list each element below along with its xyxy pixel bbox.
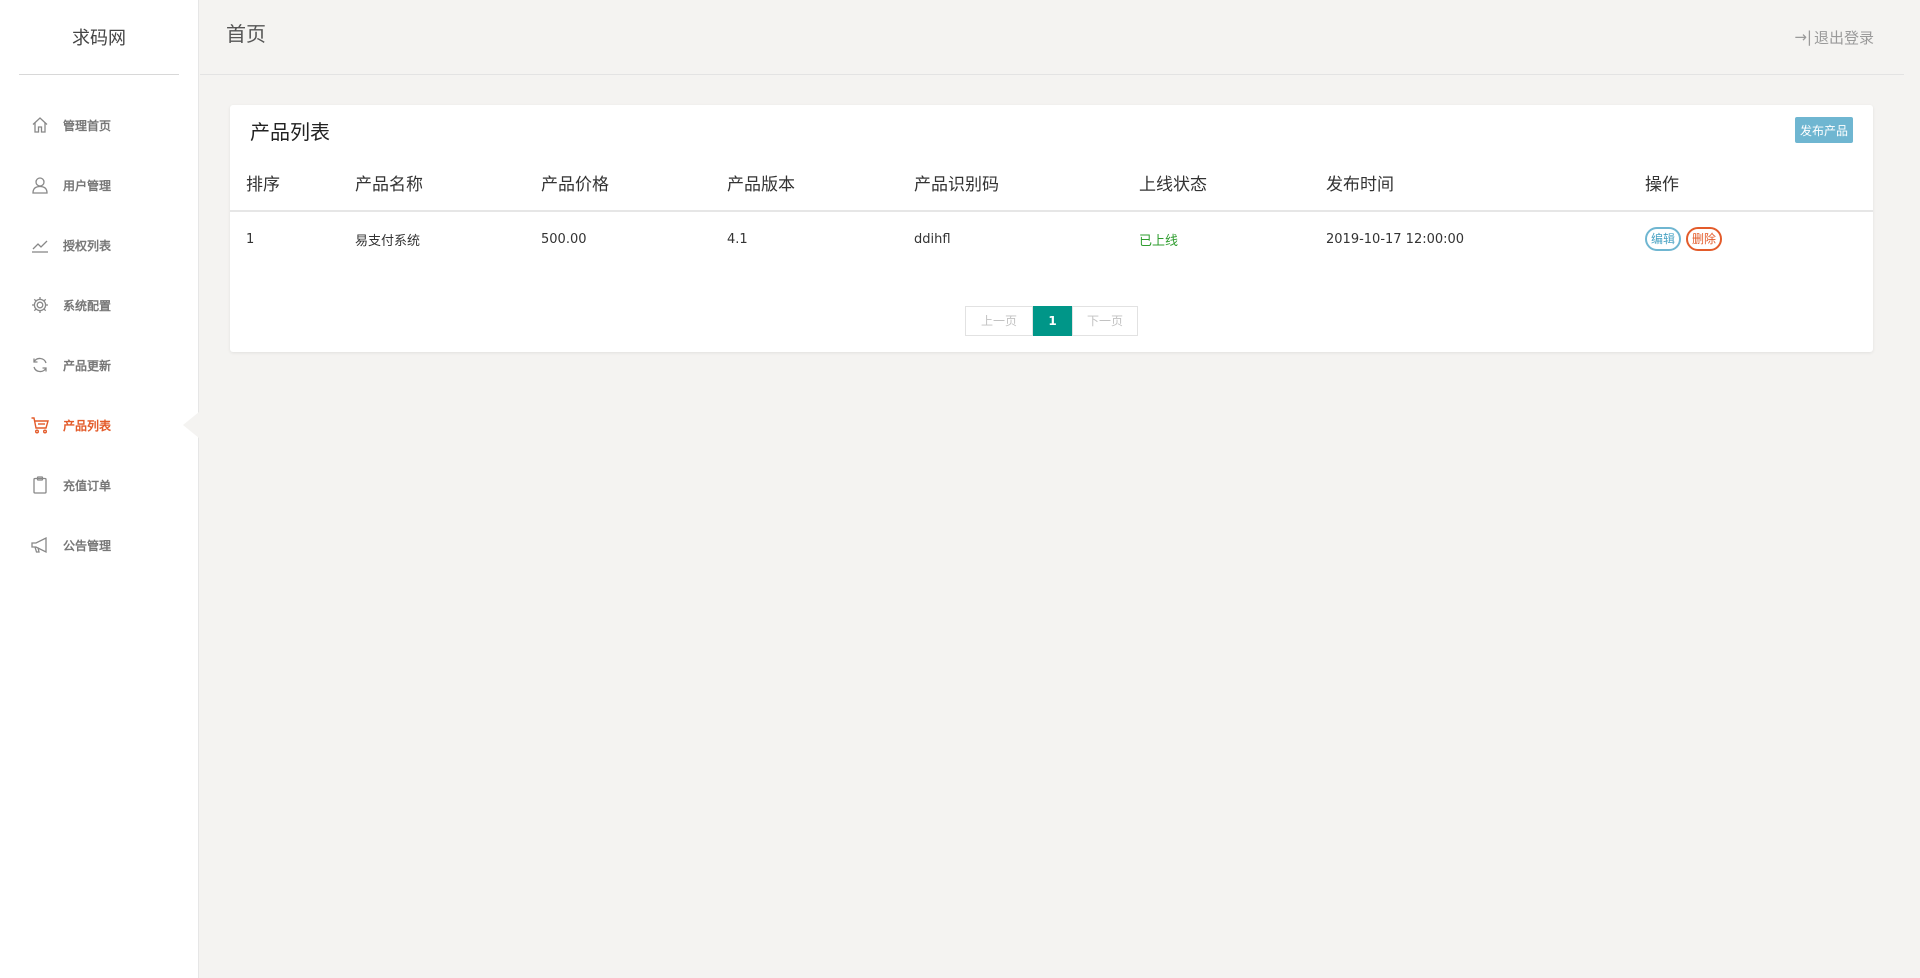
- page-number-current[interactable]: 1: [1033, 306, 1072, 336]
- column-header-version: 产品版本: [711, 155, 898, 212]
- table-header-row: 排序 产品名称 产品价格 产品版本 产品识别码 上线状态 发布时间 操作: [230, 155, 1873, 212]
- product-list-panel: 产品列表 发布产品 排序 产品名称 产品价格 产品版本 产品识别码 上线状态 发…: [230, 105, 1873, 352]
- column-header-code: 产品识别码: [898, 155, 1123, 212]
- sidebar-item-label: 公告管理: [63, 538, 112, 553]
- home-icon: [30, 115, 50, 135]
- sidebar-item-label: 系统配置: [63, 298, 112, 313]
- edit-button[interactable]: 编辑: [1645, 227, 1682, 251]
- table-row: 1 易支付系统 500.00 4.1 ddihfl 已上线 2019-10-17…: [230, 211, 1873, 266]
- sidebar: 求码网 管理首页 用户管理 授权列表 系统配置 产品更新 产品列表 充值订单 公…: [0, 0, 199, 978]
- sidebar-item-dashboard[interactable]: 管理首页: [0, 95, 198, 155]
- user-icon: [30, 175, 50, 195]
- top-header: 首页 →| 退出登录: [200, 0, 1904, 75]
- sidebar-item-products[interactable]: 产品列表: [0, 395, 199, 455]
- publish-product-button[interactable]: 发布产品: [1794, 117, 1853, 143]
- column-header-name: 产品名称: [339, 155, 525, 212]
- sidebar-item-label: 管理首页: [63, 118, 112, 133]
- cell-actions: 编辑 删除: [1629, 211, 1873, 266]
- sidebar-item-label: 授权列表: [63, 238, 112, 253]
- logout-icon: →|: [1794, 28, 1812, 46]
- cell-version: 4.1: [727, 231, 748, 247]
- sidebar-item-label: 用户管理: [63, 178, 112, 193]
- status-badge: 已上线: [1139, 233, 1179, 249]
- column-header-order: 排序: [230, 155, 339, 212]
- cell-price: 500.00: [541, 231, 587, 247]
- megaphone-icon: [30, 535, 50, 555]
- cell-code: ddihfl: [914, 231, 951, 247]
- column-header-status: 上线状态: [1123, 155, 1310, 212]
- prev-page-button[interactable]: 上一页: [965, 306, 1033, 336]
- column-header-actions: 操作: [1629, 155, 1873, 212]
- cell-name: 易支付系统: [355, 233, 421, 249]
- sidebar-item-orders[interactable]: 充值订单: [0, 455, 198, 515]
- cell-order: 1: [246, 231, 255, 247]
- sidebar-item-label: 产品列表: [63, 418, 112, 433]
- panel-title: 产品列表: [250, 119, 330, 144]
- sidebar-item-updates[interactable]: 产品更新: [0, 335, 198, 395]
- trend-icon: [30, 235, 50, 255]
- sidebar-nav: 管理首页 用户管理 授权列表 系统配置 产品更新 产品列表 充值订单 公告管理: [0, 95, 199, 575]
- brand-logo: 求码网: [19, 0, 179, 75]
- product-table: 排序 产品名称 产品价格 产品版本 产品识别码 上线状态 发布时间 操作 1 易…: [230, 155, 1873, 266]
- pagination: 上一页 1 下一页: [965, 306, 1138, 336]
- sidebar-item-users[interactable]: 用户管理: [0, 155, 198, 215]
- delete-button[interactable]: 删除: [1686, 227, 1723, 251]
- sidebar-item-licenses[interactable]: 授权列表: [0, 215, 198, 275]
- panel-header: 产品列表 发布产品: [230, 105, 1873, 155]
- refresh-icon: [30, 355, 50, 375]
- cart-icon: [30, 415, 50, 435]
- gear-icon: [30, 295, 50, 315]
- sidebar-item-label: 产品更新: [63, 358, 112, 373]
- page-title: 首页: [226, 21, 266, 46]
- clipboard-icon: [30, 475, 50, 495]
- cell-time: 2019-10-17 12:00:00: [1326, 231, 1465, 247]
- next-page-button[interactable]: 下一页: [1072, 306, 1138, 336]
- sidebar-item-settings[interactable]: 系统配置: [0, 275, 198, 335]
- logout-label: 退出登录: [1813, 28, 1874, 47]
- logout-button[interactable]: →| 退出登录: [1794, 27, 1874, 48]
- sidebar-item-announcements[interactable]: 公告管理: [0, 515, 198, 575]
- sidebar-item-label: 充值订单: [63, 478, 112, 493]
- column-header-price: 产品价格: [525, 155, 711, 212]
- column-header-time: 发布时间: [1310, 155, 1629, 212]
